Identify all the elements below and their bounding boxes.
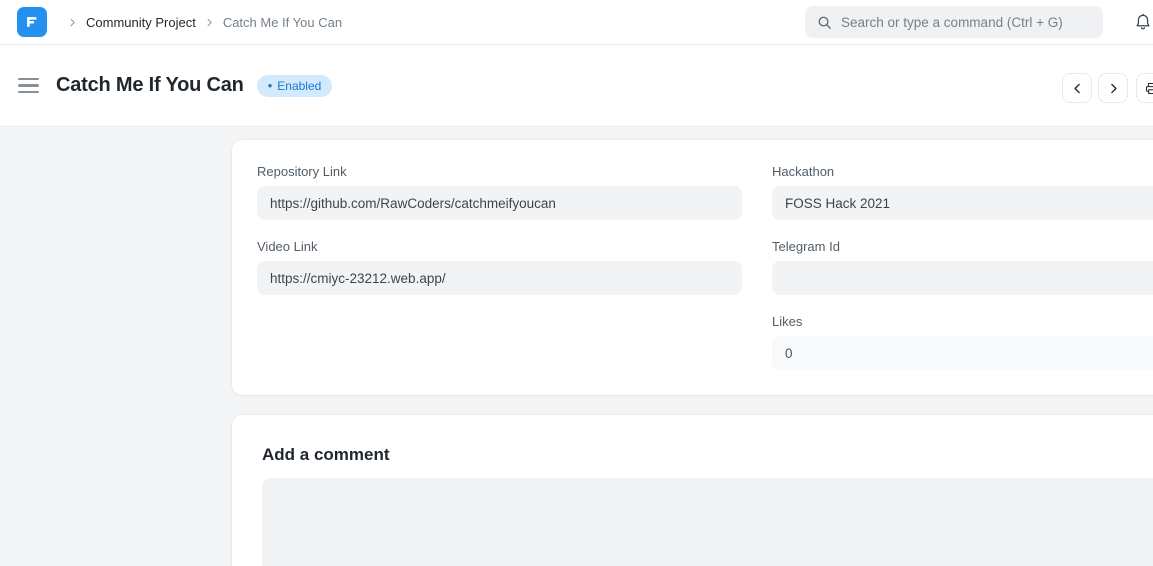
chevron-left-icon	[1071, 82, 1084, 95]
page-title: Catch Me If You Can	[56, 74, 244, 97]
field-likes: Likes 0	[772, 314, 1153, 370]
repository-link-input[interactable]: https://github.com/RawCoders/catchmeifyo…	[257, 186, 742, 220]
breadcrumb-community-project[interactable]: Community Project	[86, 15, 196, 30]
video-link-input[interactable]: https://cmiyc-23212.web.app/	[257, 261, 742, 295]
status-badge: • Enabled	[257, 75, 333, 97]
field-label: Hackathon	[772, 164, 1153, 179]
breadcrumb-current-doc: Catch Me If You Can	[223, 15, 342, 30]
chevron-right-icon	[68, 18, 77, 27]
field-video-link: Video Link https://cmiyc-23212.web.app/	[257, 239, 742, 295]
comment-input[interactable]	[262, 478, 1153, 566]
field-hackathon: Hackathon FOSS Hack 2021	[772, 164, 1153, 220]
navbar: Community Project Catch Me If You Can Se…	[0, 0, 1153, 45]
chevron-right-icon	[1107, 82, 1120, 95]
global-search-input[interactable]: Search or type a command (Ctrl + G)	[805, 6, 1103, 38]
comments-section-card: Add a comment	[232, 415, 1153, 566]
breadcrumb: Community Project Catch Me If You Can	[59, 15, 342, 30]
notification-bell-icon[interactable]	[1133, 11, 1153, 38]
form-column-left: Repository Link https://github.com/RawCo…	[257, 164, 742, 370]
search-placeholder: Search or type a command (Ctrl + G)	[841, 15, 1063, 30]
add-comment-heading: Add a comment	[262, 445, 1153, 465]
field-label: Repository Link	[257, 164, 742, 179]
status-dot-icon: •	[268, 79, 273, 92]
hackathon-input[interactable]: FOSS Hack 2021	[772, 186, 1153, 220]
likes-value: 0	[772, 336, 1153, 370]
next-document-button[interactable]	[1098, 73, 1128, 103]
page-head: Catch Me If You Can • Enabled	[0, 45, 1153, 127]
field-repository-link: Repository Link https://github.com/RawCo…	[257, 164, 742, 220]
search-icon	[817, 15, 832, 30]
telegram-id-input[interactable]	[772, 261, 1153, 295]
chevron-right-icon	[205, 18, 214, 27]
hamburger-menu-icon[interactable]	[18, 78, 39, 94]
field-label: Video Link	[257, 239, 742, 254]
form-section-card: Repository Link https://github.com/RawCo…	[232, 140, 1153, 395]
status-badge-label: Enabled	[277, 79, 321, 93]
field-label: Likes	[772, 314, 1153, 329]
previous-document-button[interactable]	[1062, 73, 1092, 103]
frappe-logo-icon[interactable]	[17, 7, 47, 37]
page-content: Repository Link https://github.com/RawCo…	[0, 127, 1153, 566]
printer-icon	[1144, 81, 1153, 96]
field-telegram-id: Telegram Id	[772, 239, 1153, 295]
field-label: Telegram Id	[772, 239, 1153, 254]
form-column-right: Hackathon FOSS Hack 2021 Telegram Id Lik…	[772, 164, 1153, 370]
print-button[interactable]	[1136, 73, 1153, 103]
